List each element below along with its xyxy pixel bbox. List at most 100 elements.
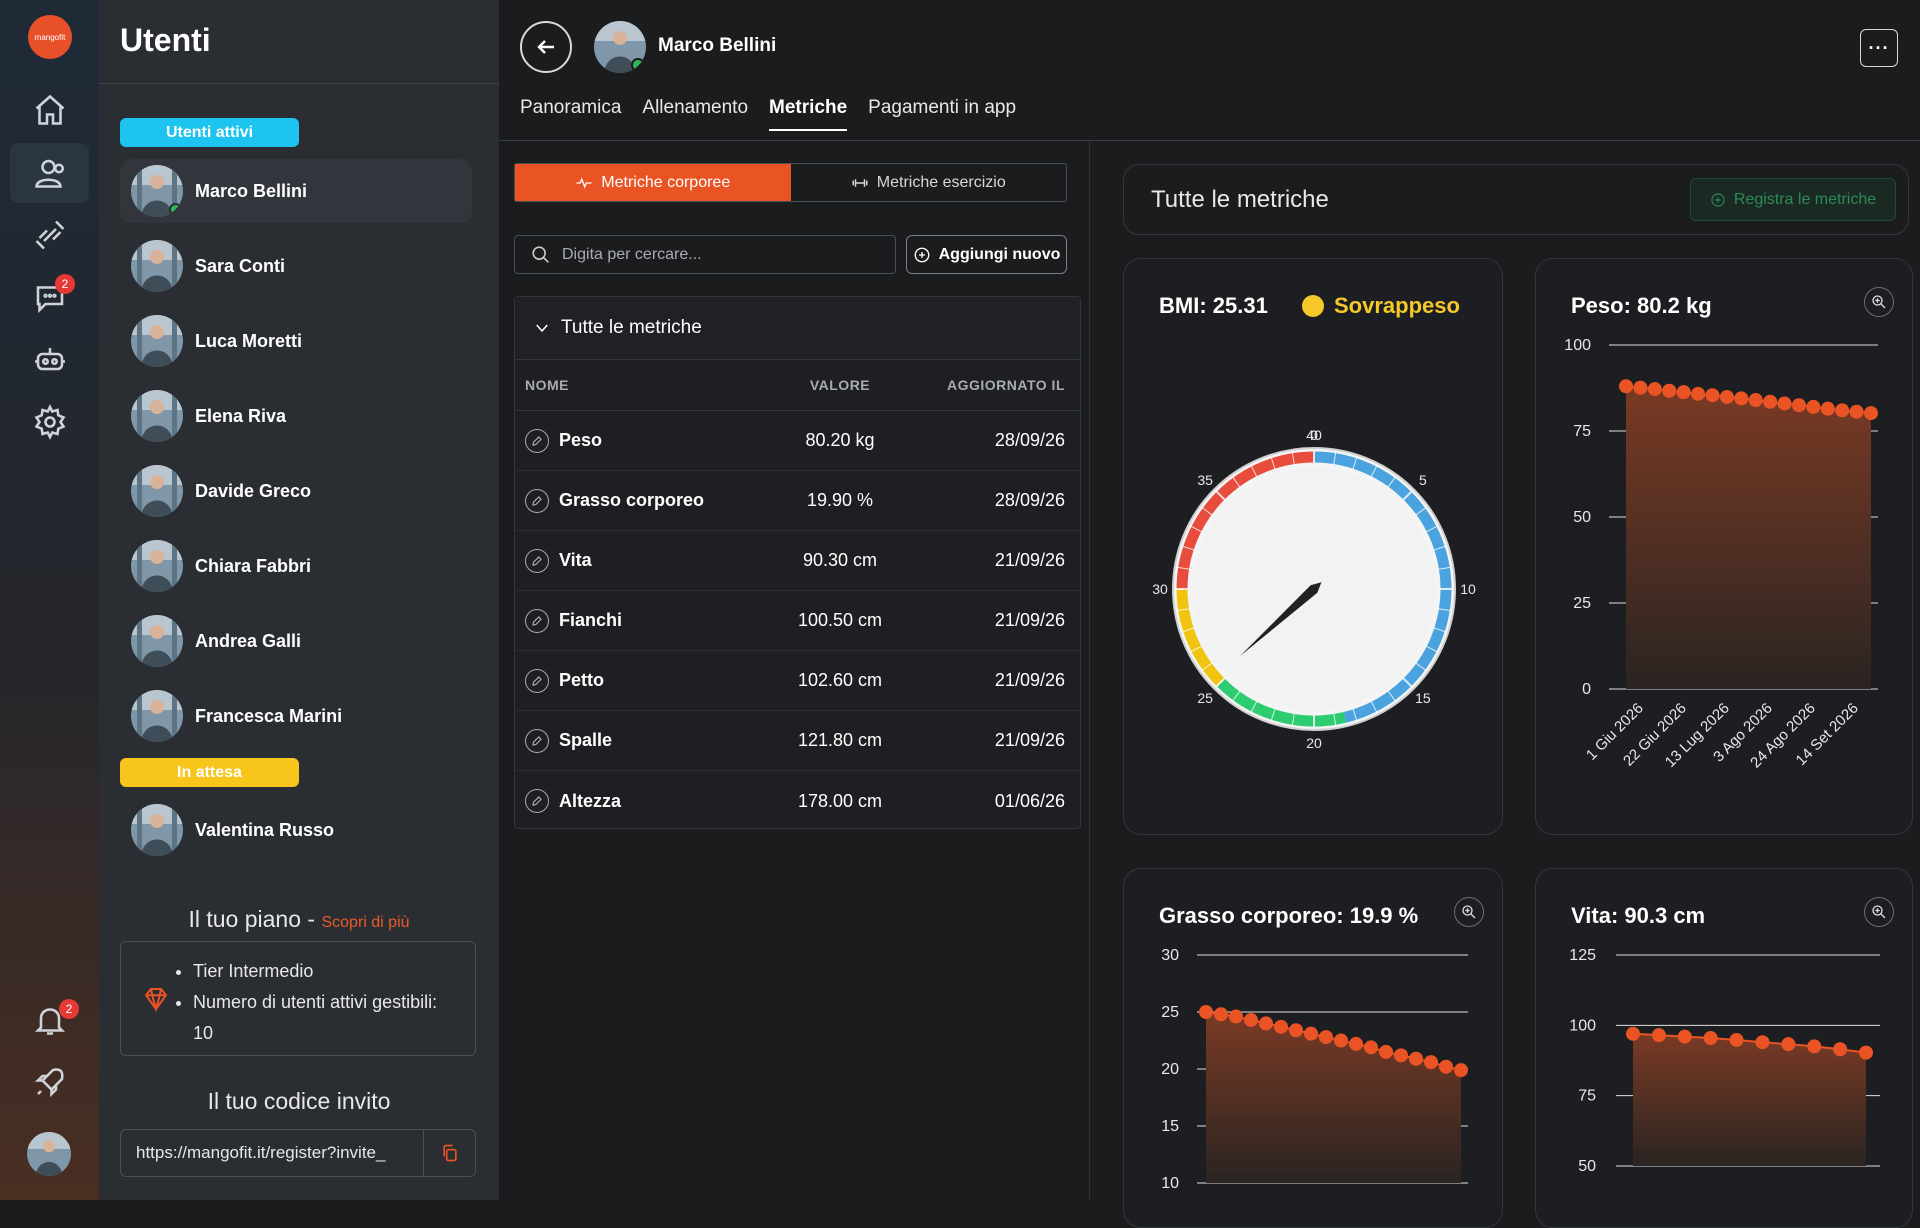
- dumbbell-icon[interactable]: [10, 205, 89, 265]
- exercise-metrics-tab[interactable]: Metriche esercizio: [791, 164, 1067, 201]
- client-name: Marco Bellini: [658, 35, 777, 56]
- diamond-icon: [144, 988, 168, 1013]
- data-point: [1364, 1040, 1378, 1055]
- plus-circle-icon: [914, 247, 930, 262]
- tab-allenamento[interactable]: Allenamento: [642, 97, 748, 131]
- metric-name: Grasso corporeo: [559, 490, 705, 510]
- dumbbell-icon: [852, 178, 868, 187]
- metric-value: 80.20 kg: [805, 430, 875, 450]
- invite-code-field[interactable]: https://mangofit.it/register?invite_: [120, 1129, 476, 1177]
- data-point: [1849, 404, 1864, 419]
- user-row[interactable]: Francesca Marini: [120, 684, 472, 748]
- data-point: [1244, 1012, 1258, 1027]
- data-point: [1259, 1016, 1273, 1031]
- app-logo[interactable]: mangofit: [28, 15, 72, 59]
- bell-icon[interactable]: [10, 990, 89, 1050]
- tab-metriche[interactable]: Metriche: [769, 97, 848, 131]
- name-cell: Vita: [515, 548, 765, 573]
- users-icon[interactable]: [10, 143, 89, 203]
- table-row[interactable]: Grasso corporeo 19.90 % 28/09/26: [515, 471, 1080, 531]
- profile-avatar[interactable]: [27, 1132, 71, 1176]
- table-row[interactable]: Vita 90.30 cm 21/09/26: [515, 531, 1080, 591]
- avatar: [131, 540, 183, 592]
- metrics-group-header[interactable]: Tutte le metriche: [515, 297, 1080, 360]
- divider: [1089, 141, 1090, 1200]
- column-header: VALORE: [809, 377, 871, 393]
- all-metrics-header: Tutte le metriche Registra le metriche: [1123, 164, 1909, 235]
- bmi-gauge: 0510152025303540: [1152, 427, 1476, 751]
- y-tick-label: 25: [1573, 595, 1591, 612]
- user-row[interactable]: Marco Bellini: [120, 159, 472, 223]
- learn-more-link[interactable]: Scopri di più: [321, 914, 409, 931]
- user-row[interactable]: Davide Greco: [120, 459, 472, 523]
- avatar: [131, 804, 183, 856]
- table-row[interactable]: Spalle 121.80 cm 21/09/26: [515, 711, 1080, 771]
- metric-date: 21/09/26: [994, 550, 1065, 570]
- edit-icon[interactable]: [525, 488, 549, 513]
- data-point: [1289, 1023, 1303, 1038]
- plan-separator: -: [301, 906, 322, 932]
- users-title: Utenti: [120, 22, 211, 58]
- robot-icon[interactable]: [10, 330, 89, 390]
- user-row[interactable]: Sara Conti: [120, 234, 472, 298]
- table-row[interactable]: Peso 80.20 kg 28/09/26: [515, 411, 1080, 471]
- user-row[interactable]: Elena Riva: [120, 384, 472, 448]
- user-name: Francesca Marini: [195, 705, 343, 726]
- user-name: Andrea Galli: [195, 630, 302, 651]
- y-tick-label: 0: [1582, 681, 1591, 698]
- user-row[interactable]: Luca Moretti: [120, 309, 472, 373]
- edit-icon[interactable]: [525, 608, 549, 633]
- back-button[interactable]: [520, 21, 572, 73]
- search-box[interactable]: [514, 235, 896, 274]
- user-name: Marco Bellini: [195, 180, 308, 201]
- data-point: [1214, 1007, 1228, 1022]
- gauge-tick-label: 20: [1306, 735, 1322, 751]
- user-row[interactable]: Chiara Fabbri: [120, 534, 472, 598]
- data-point: [1729, 1032, 1744, 1047]
- data-point: [1409, 1051, 1423, 1066]
- data-point: [1777, 396, 1792, 411]
- waist-card: Vita: 90.3 cm 50 75 100 125: [1535, 868, 1913, 1228]
- edit-icon[interactable]: [525, 548, 549, 573]
- add-new-button[interactable]: Aggiungi nuovo: [906, 235, 1067, 274]
- rocket-icon[interactable]: [10, 1052, 89, 1112]
- search-input[interactable]: [562, 245, 882, 264]
- plus-circle-icon: [1711, 192, 1725, 207]
- plan-title: Il tuo piano - Scopri di più: [99, 906, 499, 933]
- plan-feature: Numero di utenti attivi gestibili: 10: [193, 987, 443, 1049]
- table-row[interactable]: Fianchi 100.50 cm 21/09/26: [515, 591, 1080, 651]
- data-point: [1454, 1063, 1468, 1078]
- bmi-card: BMI: 25.31 Sovrappeso 0 5 10 15 20 25 30 35 40: [1123, 258, 1503, 835]
- tabs: Panoramica Allenamento Metriche Pagamenti i…: [520, 97, 1016, 131]
- invite-code-value[interactable]: https://mangofit.it/register?invite_: [121, 1143, 421, 1163]
- messages-badge: 2: [55, 274, 75, 294]
- gauge-tick-label: 25: [1197, 690, 1213, 706]
- table-row[interactable]: Altezza 178.00 cm 01/06/26: [515, 771, 1080, 831]
- weight-card: Peso: 80.2 kg 0 25 50 75 100 1 Giu 2026 22 Giu…: [1535, 258, 1913, 835]
- edit-icon[interactable]: [525, 728, 549, 753]
- name-cell: Peso: [515, 428, 765, 453]
- tab-pagamenti-in-app[interactable]: Pagamenti in app: [868, 97, 1016, 131]
- chat-icon[interactable]: [10, 268, 89, 328]
- arrow-left-icon: [537, 40, 554, 54]
- more-options-button[interactable]: ···: [1860, 29, 1898, 67]
- body-metrics-tab[interactable]: Metriche corporee: [515, 164, 791, 201]
- data-point: [1626, 1026, 1640, 1041]
- edit-icon[interactable]: [525, 789, 549, 813]
- tab-panoramica[interactable]: Panoramica: [520, 97, 621, 131]
- metric-name: Fianchi: [559, 610, 623, 630]
- plan-features: Tier Intermedio Numero di utenti attivi …: [193, 956, 443, 1049]
- table-row[interactable]: Petto 102.60 cm 21/09/26: [515, 651, 1080, 711]
- edit-icon[interactable]: [525, 428, 549, 453]
- data-point: [1781, 1037, 1796, 1052]
- gauge-tick-label: 30: [1152, 581, 1168, 597]
- copy-button[interactable]: [423, 1130, 475, 1176]
- settings-gear-icon[interactable]: [10, 392, 89, 452]
- user-row[interactable]: Valentina Russo: [120, 798, 472, 862]
- register-metrics-button[interactable]: Registra le metriche: [1690, 178, 1896, 221]
- data-point: [1703, 1030, 1718, 1045]
- edit-icon[interactable]: [525, 668, 549, 693]
- user-row[interactable]: Andrea Galli: [120, 609, 472, 673]
- home-icon[interactable]: [10, 80, 89, 140]
- data-point: [1833, 1042, 1848, 1057]
